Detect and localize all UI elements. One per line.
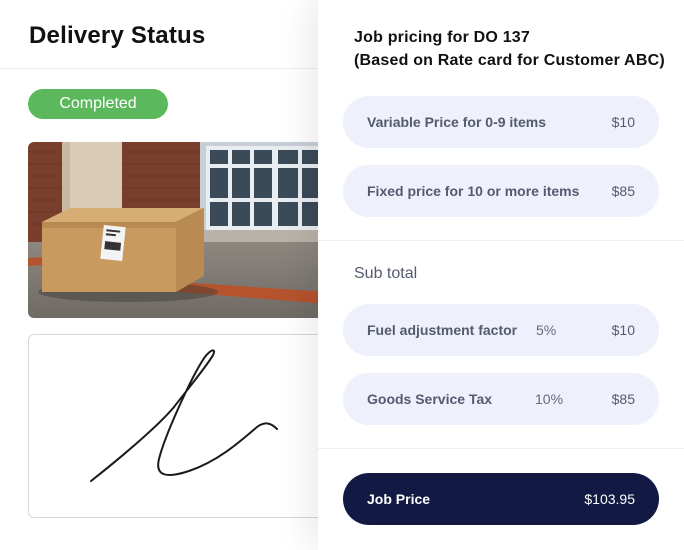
adjustment-fuel[interactable]: Fuel adjustment factor 5% $10 [343, 304, 659, 356]
price-item-fixed[interactable]: Fixed price for 10 or more items $85 [343, 165, 659, 217]
adjustment-percent: 10% [535, 391, 564, 407]
price-item-amount: $10 [611, 114, 635, 130]
adjustment-label: Fuel adjustment factor [367, 322, 518, 338]
pricing-title-line2: (Based on Rate card for Customer ABC) [354, 52, 665, 69]
adjustment-percent: 5% [536, 322, 557, 338]
job-pricing-panel: Job pricing for DO 137 (Based on Rate ca… [318, 0, 684, 550]
price-item-label: Fixed price for 10 or more items [367, 183, 580, 199]
job-price-amount: $103.95 [584, 491, 635, 507]
status-badge: Completed [28, 89, 168, 119]
subtotal-heading: Sub total [354, 265, 418, 282]
adjustment-gst[interactable]: Goods Service Tax 10% $85 [343, 373, 659, 425]
job-price-total[interactable]: Job Price $103.95 [343, 473, 659, 525]
job-price-label: Job Price [367, 491, 431, 507]
price-item-label: Variable Price for 0-9 items [367, 114, 546, 130]
adjustment-label: Goods Service Tax [367, 391, 493, 407]
price-item-variable[interactable]: Variable Price for 0-9 items $10 [343, 96, 659, 148]
delivery-photo[interactable] [28, 142, 328, 318]
adjustment-amount: $10 [611, 322, 635, 338]
adjustment-amount: $85 [611, 391, 635, 407]
header-divider [0, 68, 340, 69]
section-divider [318, 240, 684, 241]
signature-area [28, 334, 340, 518]
delivery-status-panel: Delivery Status Completed [0, 0, 340, 550]
pricing-title: Job pricing for DO 137 (Based on Rate ca… [354, 26, 665, 72]
price-item-amount: $85 [611, 183, 635, 199]
pricing-title-line1: Job pricing for DO 137 [354, 29, 530, 46]
page-title: Delivery Status [29, 22, 206, 49]
customer-signature [90, 349, 278, 482]
package-on-doorstep-image [28, 142, 328, 318]
section-divider [318, 448, 684, 449]
